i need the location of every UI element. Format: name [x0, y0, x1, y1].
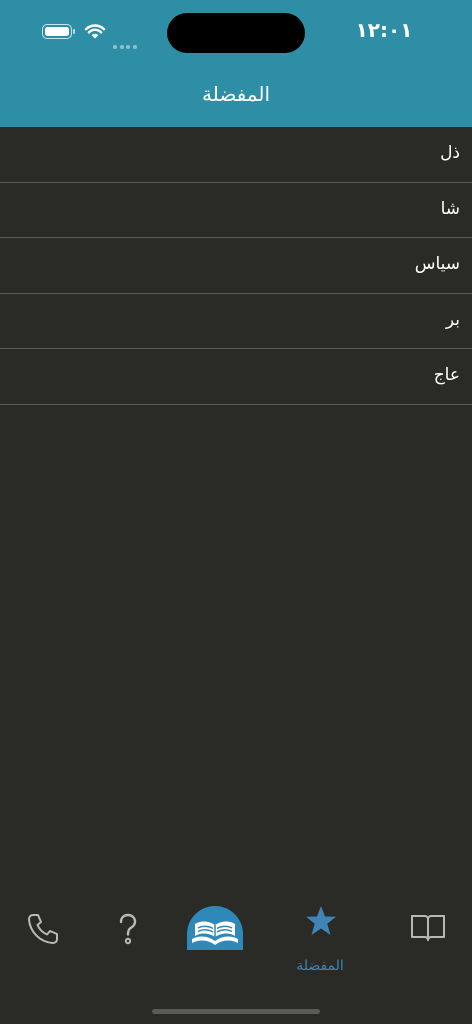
- tab-bar: المفضلة: [0, 890, 472, 990]
- home-indicator[interactable]: [152, 1009, 320, 1014]
- book-logo-icon[interactable]: [186, 906, 244, 952]
- battery-tip: [73, 29, 75, 34]
- app-header: ١٢:٠١ المفضلة: [0, 0, 472, 127]
- list-item-label: ذل: [440, 143, 460, 163]
- dynamic-island: [167, 13, 305, 53]
- list-item-label: سياس: [414, 254, 460, 274]
- list-item-label: عاج: [433, 365, 460, 385]
- list-item[interactable]: بر: [0, 294, 472, 349]
- list-item[interactable]: سياس: [0, 238, 472, 294]
- tab-favorites-label[interactable]: المفضلة: [270, 958, 370, 974]
- page-title: المفضلة: [201, 82, 271, 106]
- list-item[interactable]: ذل: [0, 127, 472, 183]
- status-icons: [40, 20, 140, 49]
- list-item-label: بر: [445, 309, 460, 330]
- list-item[interactable]: عاج: [0, 349, 472, 405]
- list-item[interactable]: شا: [0, 183, 472, 238]
- wifi-icon: [84, 24, 106, 39]
- open-book-icon[interactable]: [410, 912, 446, 944]
- favorites-list: ذل شا سياس بر عاج: [0, 127, 472, 405]
- battery-icon: [42, 24, 72, 39]
- status-time: ١٢:٠١: [355, 18, 413, 42]
- cellular-signal-icon: [113, 34, 139, 49]
- question-icon[interactable]: [114, 912, 142, 948]
- phone-icon[interactable]: [26, 912, 60, 946]
- list-item-label: شا: [440, 198, 460, 219]
- star-icon[interactable]: [304, 904, 338, 938]
